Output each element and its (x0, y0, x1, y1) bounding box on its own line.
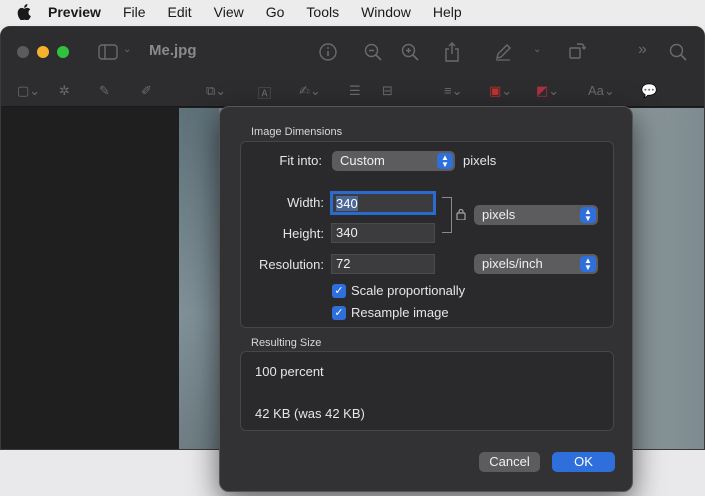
sketch-icon[interactable]: ✎ (99, 83, 110, 99)
size-units-popup[interactable]: pixels ▲ ▼ (474, 205, 598, 225)
fit-into-popup[interactable]: Custom ▲ ▼ (332, 151, 455, 171)
share-icon[interactable] (442, 41, 462, 63)
image-dimensions-heading: Image Dimensions (251, 126, 343, 138)
menu-view[interactable]: View (214, 4, 244, 20)
close-button[interactable] (17, 46, 29, 58)
ok-button[interactable]: OK (552, 452, 615, 472)
markup-toolbar: ▢⌄ ✲ ✎ ✐ ⧉⌄ 🄰 ✍⌄ ☰ ⊟ ≡⌄ ▣⌄ ◩⌄ Aa⌄ 💬 (1, 77, 704, 107)
document-title: Me.jpg (149, 42, 197, 59)
width-label: Width: (287, 195, 324, 210)
constraint-bracket (442, 197, 452, 233)
menu-help[interactable]: Help (433, 4, 462, 20)
title-bar: ⌄ Me.jpg ⌄ » (1, 27, 704, 77)
chevron-down-icon[interactable]: ⌄ (533, 44, 541, 55)
result-file-size: 42 KB (was 42 KB) (255, 406, 365, 421)
scale-proportionally-label[interactable]: Scale proportionally (351, 283, 465, 298)
height-label: Height: (282, 226, 324, 241)
result-percent: 100 percent (255, 364, 324, 379)
height-field[interactable]: 340 (331, 223, 435, 243)
draw-icon[interactable]: ✐ (141, 83, 152, 99)
popup-arrows-icon: ▲ ▼ (580, 256, 596, 272)
sign-icon[interactable]: ✍⌄ (299, 83, 321, 99)
adjust-color-icon[interactable]: ☰ (349, 83, 361, 99)
resolution-units-popup[interactable]: pixels/inch ▲ ▼ (474, 254, 598, 274)
instant-alpha-icon[interactable]: ✲ (59, 83, 70, 99)
adjust-size-icon[interactable]: ⊟ (382, 83, 393, 99)
resolution-label: Resolution: (258, 257, 324, 272)
sidebar-toggle-icon[interactable] (97, 43, 119, 61)
menu-tools[interactable]: Tools (306, 4, 339, 20)
markup-pen-icon[interactable] (493, 42, 513, 62)
shapes-icon[interactable]: ⧉⌄ (206, 83, 226, 99)
apple-logo-icon[interactable] (14, 2, 34, 22)
menu-window[interactable]: Window (361, 4, 411, 20)
sidebar (1, 108, 179, 449)
chevron-down-icon[interactable]: ⌄ (123, 44, 131, 55)
scale-proportionally-checkbox[interactable]: ✓ (332, 284, 346, 298)
cancel-button[interactable]: Cancel (479, 452, 540, 472)
menu-bar: Preview File Edit View Go Tools Window H… (0, 0, 705, 24)
width-value: 340 (336, 196, 358, 211)
menu-go[interactable]: Go (266, 4, 285, 20)
selection-icon[interactable]: ▢⌄ (17, 83, 40, 99)
annotate-icon[interactable]: 💬 (641, 83, 657, 99)
resolution-value: 72 (336, 256, 351, 271)
menu-preview[interactable]: Preview (48, 4, 101, 20)
more-icon[interactable]: » (638, 41, 647, 59)
popup-arrows-icon: ▲ ▼ (580, 207, 596, 223)
resample-image-checkbox[interactable]: ✓ (332, 306, 346, 320)
resolution-field[interactable]: 72 (331, 254, 435, 274)
width-field[interactable]: 340 (330, 191, 436, 215)
fill-color-icon[interactable]: ◩⌄ (536, 83, 559, 99)
resample-image-label[interactable]: Resample image (351, 305, 449, 320)
info-icon[interactable] (318, 42, 338, 62)
adjust-size-dialog: Image Dimensions Fit into: Custom ▲ ▼ pix… (219, 106, 633, 492)
rotate-icon[interactable] (567, 41, 587, 61)
text-style-icon[interactable]: Aa⌄ (588, 83, 615, 99)
shape-style-icon[interactable]: ≡⌄ (444, 83, 462, 99)
fit-into-units: pixels (463, 153, 497, 168)
text-icon[interactable]: 🄰 (258, 83, 271, 102)
size-units-value: pixels (482, 207, 516, 222)
zoom-button[interactable] (57, 46, 69, 58)
search-icon[interactable] (668, 42, 688, 62)
height-value: 340 (336, 225, 358, 240)
menu-file[interactable]: File (123, 4, 146, 20)
resolution-units-value: pixels/inch (482, 256, 543, 271)
resulting-size-heading: Resulting Size (251, 337, 322, 349)
fit-into-value: Custom (340, 153, 385, 168)
zoom-in-icon[interactable] (400, 42, 420, 62)
zoom-out-icon[interactable] (363, 42, 383, 62)
menu-edit[interactable]: Edit (168, 4, 192, 20)
fit-into-label: Fit into: (279, 153, 322, 168)
image-edge (179, 108, 219, 449)
popup-arrows-icon: ▲ ▼ (437, 153, 453, 169)
border-color-icon[interactable]: ▣⌄ (489, 83, 512, 99)
lock-icon (456, 208, 466, 223)
minimize-button[interactable] (37, 46, 49, 58)
